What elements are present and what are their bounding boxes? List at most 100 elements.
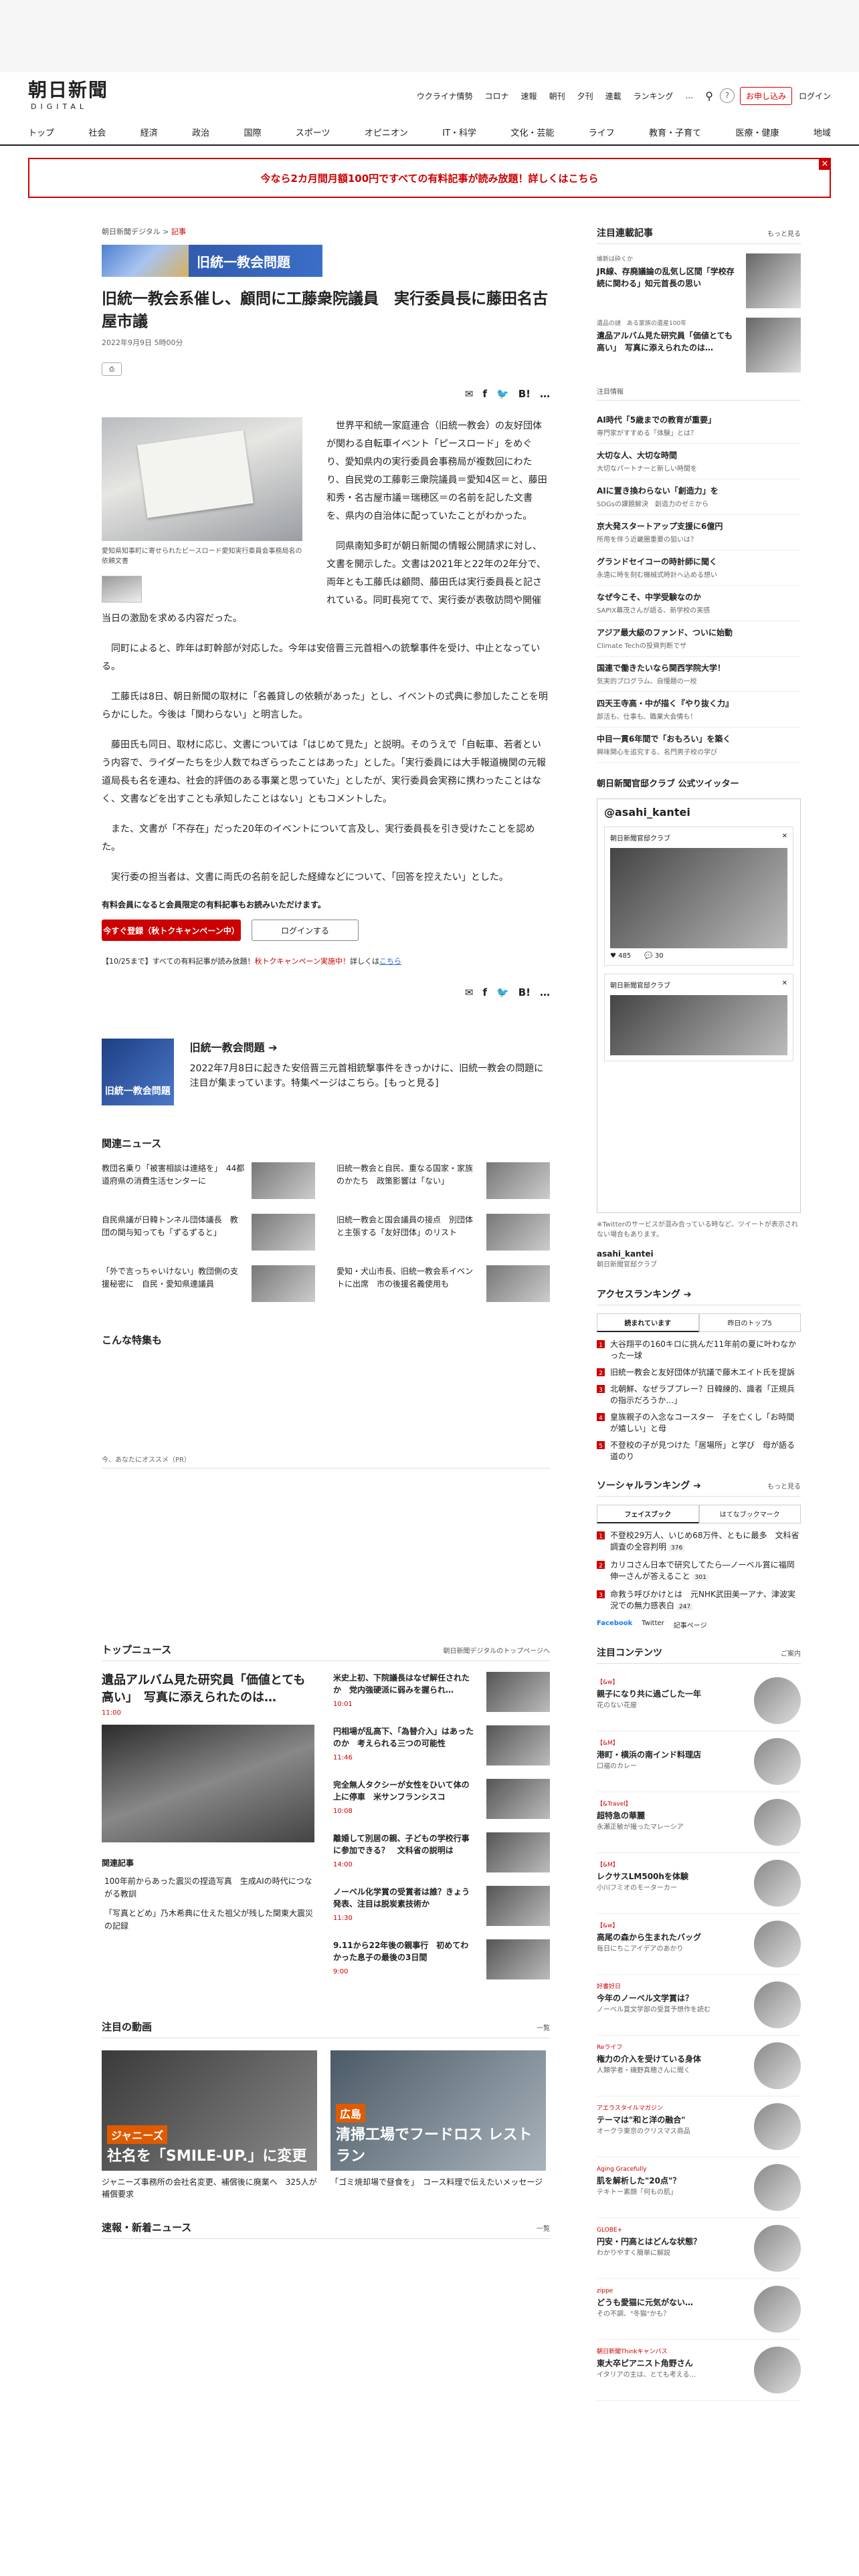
twitter-link[interactable]: Twitter [642,1620,664,1630]
social-item[interactable]: 2 カリコさん日本で研究してたら―ノーベル賞に福岡伸一さんが答えること 301 [597,1560,801,1584]
hatena-share-icon[interactable]: B! [518,388,531,400]
more-share-icon[interactable]: … [540,986,550,998]
content-item[interactable]: GLOBE+ 円安・円高とはどんな状態？ わかりやすく簡単に解説 [597,2218,801,2279]
facebook-link[interactable]: Facebook [597,1620,632,1630]
help-icon[interactable]: ? [719,88,735,103]
header-nav-item[interactable]: ウクライナ情勢 [417,90,473,102]
content-item[interactable]: 【&w】 親子になり共に過ごした一年 花のない花屋 [597,1671,801,1731]
content-item[interactable]: 【&w】 高尾の森から生まれたバッグ 毎日にちこアイデアのあかり [597,1914,801,1975]
hatena-share-icon[interactable]: B! [518,986,531,998]
tweet-image[interactable] [610,848,787,948]
more-share-icon[interactable]: … [540,388,550,400]
login-link[interactable]: ログイン [799,90,831,102]
attn-more[interactable]: もっと見る [767,228,801,238]
video-item[interactable]: ジャニーズ 社名を「SMILE-UP.」に変更 ジャニーズ事務所の会社名変更、補償… [102,2050,317,2200]
video-list-link[interactable]: 一覧 [537,2022,550,2032]
social-tab[interactable]: はてなブックマーク [698,1505,801,1523]
rank-tab[interactable]: 昨日のトップ5 [698,1313,801,1332]
notice-item[interactable]: 四天王寺高・中が描く『やり抜く力』 部活も、仕事も、職業大会情も！ [597,692,801,728]
mail-share-icon[interactable]: ✉ [465,388,474,400]
category-item[interactable]: 地域 [814,126,831,138]
category-item[interactable]: オピニオン [365,126,408,138]
header-nav-more[interactable]: … [685,91,693,100]
header-nav-item[interactable]: 速報 [521,90,537,102]
related-item[interactable]: 旧統一教会と国会議員の接点 別団体と主張する「友好団体」のリスト [337,1214,550,1251]
related-item[interactable]: 「外で言っちゃいけない」教団側の支援秘密に 自民・愛知県連議員 [102,1265,315,1302]
social-item[interactable]: 1 不登校29万人、いじめ68万件、ともに最多 文科省調査の全容判明 376 [597,1530,801,1554]
close-icon[interactable]: ✕ [819,158,831,170]
notice-item[interactable]: AI時代「5歳までの教育が重要」 専門家がすすめる「体験」とは？ [597,409,801,444]
rank-item[interactable]: 4 皇族親子の入念なコースター 子を亡くし「お時間が嬉しい」と母 [597,1412,801,1434]
reply-icon[interactable]: 💬 30 [644,952,663,960]
news-list-link[interactable]: 一覧 [537,2223,550,2233]
header-nav-item[interactable]: ランキング [634,90,674,102]
category-item[interactable]: 国際 [244,126,261,138]
content-item[interactable]: Aging Gracefully 肌を解析した"20点"？ テキトー素顔「何もの肌」 [597,2157,801,2218]
top-lead-image[interactable] [102,1725,314,1842]
tweet[interactable]: 朝日新聞官邸クラブ ✕ ♥ 485 💬 30 [604,827,793,966]
facebook-share-icon[interactable]: f [483,986,488,998]
attn-item[interactable]: 遺品の謎 ある家族の遺産100年 遺品アルバム見た研究員「価値とても高い」 写真に… [597,318,801,372]
content-item[interactable]: zippe どうも愛猫に元気がない… その不調、"冬猫"かも？ [597,2279,801,2340]
promo-banner[interactable]: 今なら2カ月間月額100円ですべての有料記事が読み放題！詳しくはこちら ✕ [28,158,831,198]
content-item[interactable]: 【&M】 レクサスLM500hを体験 小川フミオのモーターカー [597,1853,801,1914]
x-logo-icon[interactable]: ✕ [782,980,787,990]
site-logo[interactable]: 朝日新聞 DIGITAL [28,81,108,111]
rank-item[interactable]: 2 旧統一教会と友好団体が抗議で藤木エイト氏を提訴 [597,1367,801,1378]
attn-item[interactable]: 維新は砕くか JR線、存廃議論の乱気し区間「学校存続に関わる」知元首長の思い [597,253,801,308]
notice-item[interactable]: AIに置き換わらない「創造力」を SDGsの課題解決 創造力のゼミから [597,479,801,515]
top-lead-title[interactable]: 遺品アルバム見た研究員「価値とても高い」 写真に添えられたのは… [102,1672,314,1707]
notice-item[interactable]: アジア最大級のファンド、ついに始動 Climate Techの投資判断でザ [597,621,801,657]
twitter-embed[interactable]: @asahi_kantei 朝日新聞官邸クラブ ✕ ♥ 485 💬 30 朝日新聞官… [597,798,801,1213]
content-item[interactable]: Reライフ 権力の介入を受けている身体 人類学者・磯野真穂さんに聞く [597,2036,801,2097]
search-icon[interactable]: ⚲ [705,90,713,102]
social-heading[interactable]: ソーシャルランキング ➔ [597,1479,701,1492]
category-item[interactable]: 政治 [192,126,209,138]
breadcrumb-site[interactable]: 朝日新聞デジタル [102,227,161,236]
subscribe-button[interactable]: お申し込み [739,86,792,105]
header-nav-item[interactable]: 夕刊 [577,90,593,102]
social-item[interactable]: 3 命救う呼びかけとは 元NHK武田美一アナ、津波実況での無力感表白 247 [597,1589,801,1613]
print-button[interactable]: ⎙ [102,362,122,376]
header-nav-item[interactable]: コロナ [485,90,509,102]
top-news-item[interactable]: ノーベル化学賞の受賞者は誰？きょう発表、注目は脱炭素技術か 11:30 [333,1886,550,1926]
top-related-item[interactable]: 100年前からあった震災の捏造写真 生成AIの時代につながる教訓 [102,1875,314,1901]
x-logo-icon[interactable]: ✕ [782,833,787,843]
tweet[interactable]: 朝日新聞官邸クラブ ✕ [604,974,793,1061]
notice-item[interactable]: 中目一貫6年間で「おもろい」を築く 興味関心を追究する、名門男子校の学び [597,728,801,763]
rank-heading[interactable]: アクセスランキング ➔ [597,1287,691,1301]
related-item[interactable]: 旧統一教会と自民、重なる国家・家族のかたち 政策影響は「ない」 [337,1162,550,1199]
rank-tab[interactable]: 読まれています [597,1313,699,1332]
feature-title[interactable]: 旧統一教会問題 ➔ [190,1039,550,1055]
content-item[interactable]: 【&M】 港町・横浜の南インド料理店 口福のカレー [597,1731,801,1792]
social-tab[interactable]: フェイスブック [597,1505,699,1523]
category-item[interactable]: トップ [28,126,54,138]
related-item[interactable]: 愛知・犬山市長、旧統一教会系イベントに出席 市の後援名義使用も [337,1265,550,1302]
content-item[interactable]: 好書好日 今年のノーベル文学賞は？ ノーベル賞文学部の受賞予想作を読む [597,1975,801,2036]
notice-item[interactable]: グランドセイコーの時計師に聞く 永遠に時を刻む機械式時計へ込める想い [597,550,801,586]
article-page-link[interactable]: 記事ページ [674,1620,707,1630]
video-item[interactable]: 広島 清掃工場でフードロス レストラン 「ゴミ焼却場で昼食を」 コース料理で伝えた… [330,2050,546,2200]
feature-promo[interactable]: 旧統一教会問題 旧統一教会問題 ➔ 2022年7月8日に起きた安倍晋三元首相銃撃… [102,1039,550,1105]
rank-item[interactable]: 5 不登校の子が見つけた「居場所」と学び 母が語る道のり [597,1440,801,1463]
category-item[interactable]: スポーツ [296,126,330,138]
top-news-item[interactable]: 離婚して別居の親、子どもの学校行事に参加できる？ 文科省の説明は 14:00 [333,1832,550,1872]
category-item[interactable]: IT・科学 [442,126,476,138]
topic-banner[interactable]: 旧統一教会問題 [102,245,322,277]
twitter-share-icon[interactable]: 🐦 [496,986,509,998]
top-related-item[interactable]: 「写真とどめ」乃木希典に仕えた祖父が残した関東大震災の記録 [102,1907,314,1933]
facebook-share-icon[interactable]: f [483,388,488,400]
category-item[interactable]: 社会 [88,126,106,138]
category-item[interactable]: 経済 [140,126,158,138]
related-item[interactable]: 教団名乗り「被害相談は連絡を」 44都道府県の消費生活センターに [102,1162,315,1199]
top-news-item[interactable]: 米史上初、下院議長はなぜ解任されたか 党内強硬派に弱みを握られ… 10:01 [333,1672,550,1712]
header-nav-item[interactable]: 朝刊 [549,90,565,102]
top-news-link[interactable]: 朝日新聞デジタルのトップページへ [443,1645,550,1655]
top-news-item[interactable]: 完全無人タクシーが女性をひいて体の上に停車 米サンフランシスコ 10:08 [333,1779,550,1819]
breadcrumb-kind[interactable]: 記事 [171,227,186,236]
member-login-button[interactable]: ログインする [252,920,359,941]
like-icon[interactable]: ♥ 485 [610,952,631,960]
notice-item[interactable]: 国連で働きたいなら関西学院大学！ 気実的プログラム、自慢題の一校 [597,657,801,692]
rank-item[interactable]: 1 大谷翔平の160キロに挑んだ11年前の夏に叶わなかった一球 [597,1339,801,1362]
top-news-item[interactable]: 9.11から22年後の親事行 初めてわかった息子の最後の3日間 9:00 [333,1939,550,1979]
